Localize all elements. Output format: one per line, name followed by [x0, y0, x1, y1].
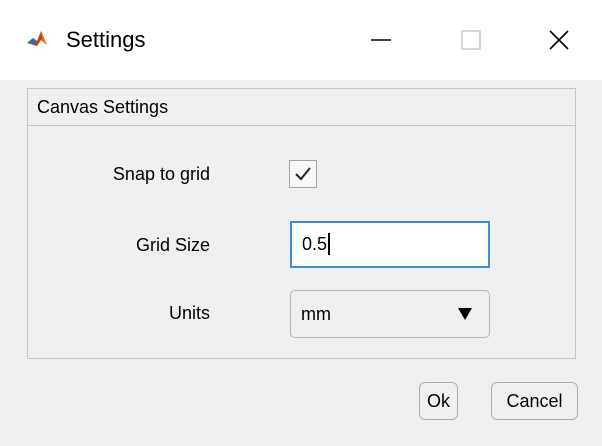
units-selected-value: mm — [301, 304, 331, 324]
close-icon — [549, 30, 569, 50]
snap-to-grid-label: Snap to grid — [112, 164, 210, 184]
minimize-icon — [371, 39, 391, 41]
maximize-icon — [461, 30, 481, 50]
panel-title: Canvas Settings — [37, 97, 169, 117]
checkmark-icon — [295, 167, 311, 181]
snap-to-grid-checkbox[interactable] — [289, 160, 317, 188]
units-label: Units — [168, 303, 210, 323]
cancel-button[interactable]: Cancel — [491, 382, 578, 420]
maximize-button[interactable] — [426, 0, 516, 80]
window-title: Settings — [66, 27, 146, 52]
title-bar[interactable]: Settings — [0, 0, 602, 80]
matlab-icon — [26, 28, 48, 50]
text-caret — [328, 232, 331, 255]
ok-button[interactable]: Ok — [419, 382, 458, 420]
grid-size-value: 0.5 — [302, 234, 328, 254]
close-button[interactable] — [516, 0, 602, 80]
settings-dialog: Settings Canvas Settings Snap to grid Gr… — [0, 0, 602, 446]
minimize-button[interactable] — [336, 0, 426, 80]
dropdown-arrow-icon — [458, 308, 472, 320]
grid-size-input[interactable]: 0.5 — [290, 221, 490, 268]
units-dropdown[interactable]: mm — [290, 290, 490, 338]
grid-size-label: Grid Size — [135, 235, 210, 255]
panel-header: Canvas Settings — [28, 89, 575, 126]
